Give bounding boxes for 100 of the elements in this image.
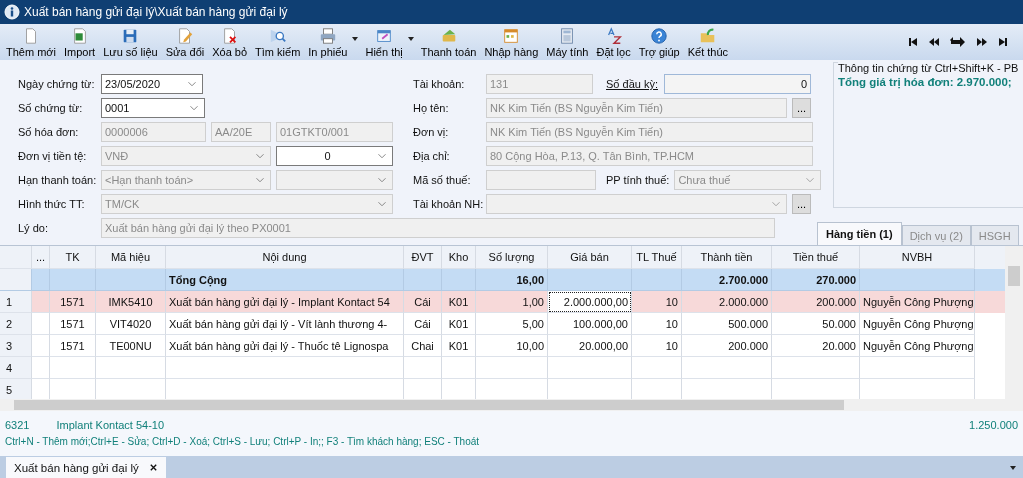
table-cell: 2.000.000 [682,291,772,313]
table-cell: 20.000,00 [548,335,632,357]
toolbar-button[interactable]: Lưu số liệu [99,25,162,60]
browse-button[interactable]: ... [792,194,811,214]
row-number: 4 [0,357,32,379]
table-cell: 1571 [50,291,96,313]
field-label: Tài khoản: [413,78,466,90]
item-name: Implant Kontact 54-10 [56,419,165,431]
table-cell: Cái [404,291,442,313]
table-cell: 50.000 [772,313,860,335]
table-cell [632,357,682,379]
help-icon [650,27,669,45]
dropdown-arrow-icon[interactable] [406,35,415,43]
table-cell: K01 [442,335,476,357]
field-label: Tài khoản NH: [413,198,481,210]
row-number: 3 [0,335,32,357]
toolbar-button[interactable]: Đặt lọc [592,25,635,60]
toolbar-button[interactable]: Tìm kiếm [251,25,305,60]
table-cell: Xuất bán hàng gửi đại lý - Thuốc tê Lignospa [166,335,404,357]
table-cell: VIT4020 [96,313,166,335]
row-number: 1 [0,291,32,313]
table-cell: Xuất bán hàng gửi đại lý - Implant Kontact 54 [166,291,404,313]
dropdown-arrow-icon[interactable] [1009,464,1017,472]
toolbar-button[interactable]: In phiếu [304,25,352,60]
toolbar-button[interactable]: Máy tính [542,25,593,60]
toolbar-button[interactable]: Thêm mới [2,25,60,60]
opening-balance-link[interactable]: Số đầu kỳ: [606,78,658,90]
panel-title: Thông tin chứng từ Ctrl+Shift+K - PB [838,62,1023,74]
toolbar-button[interactable]: Import [60,25,100,60]
magnifier-icon [268,27,287,45]
account-code: 6321 [5,419,30,431]
table-cell: 100.000,00 [548,313,632,335]
table-cell [96,357,166,379]
item-value: 1.250.000 [969,419,1018,431]
table-cell: IMK5410 [96,291,166,313]
field-label: Họ tên: [413,102,450,114]
field-label: Lý do: [18,222,49,234]
table-cell: K01 [442,313,476,335]
table-cell [32,357,50,379]
close-icon[interactable] [148,463,158,472]
table-cell: 200.000 [682,335,772,357]
table-cell: Xuất bán hàng gửi đại lý - Vít lành thương 4- [166,313,404,335]
field-label: PP tính thuế: [606,174,670,186]
table-cell: Nguyễn Công Phượng [860,313,975,335]
shortcut-hint: Ctrl+N - Thêm mới;Ctrl+E - Sửa; Ctrl+D - Xoá; Ctrl+S - Lưu; Ctrl+P - In;; F3 - Tìm khách hàng; ESC - Thoát [5,436,480,447]
table-cell: 2.000.000,00 [548,291,632,313]
previous-record-icon[interactable] [928,36,940,48]
tab[interactable]: Hàng tiền (1) [817,222,902,245]
field-label: Địa chỉ: [413,150,451,162]
table-cell: 20.000 [772,335,860,357]
toolbar-button[interactable]: Hiển thị [361,25,407,60]
table-cell: Cái [404,313,442,335]
table-row[interactable]: 4 [0,357,1005,379]
printer-icon [318,27,337,45]
folder-arrow-icon [698,27,717,45]
field-label: Đơn vị tiền tệ: [18,150,88,162]
vertical-scrollbar[interactable] [1005,246,1023,399]
horizontal-scrollbar[interactable] [0,399,1023,411]
field-label: Số chứng từ: [18,102,84,114]
table-row[interactable]: 1 1571 IMK5410 Xuất bán hàng gửi đại lý - Implant Kontact 54 Cái K01 1,00 2.000.000,00 10 2.000.000 200.000 Nguyễn Công Phượng [0,291,1005,313]
field-label: Hạn thanh toán: [18,174,96,186]
table-cell [404,357,442,379]
table-cell: 10 [632,335,682,357]
table-icon [502,27,521,45]
input-field[interactable]: 0 [276,146,393,166]
document-tab[interactable]: Xuất bán hàng gửi đại lý [6,457,166,478]
dropdown-field[interactable]: 0001 [101,98,205,118]
field-label: Số hóa đơn: [18,126,80,138]
toolbar-button[interactable]: Xóa bỏ [208,25,252,60]
window-icon [375,27,394,45]
table-cell: 10 [632,291,682,313]
table-cell: 1571 [50,335,96,357]
toolbar-button[interactable]: Thanh toán [416,25,481,60]
window-title: Xuất bán hàng gửi đại lý\Xuất bán hàng gửi đại lý [24,5,288,19]
first-record-icon[interactable] [907,36,919,48]
toolbar-button[interactable]: Trợ giúp [634,25,684,60]
toolbar-button[interactable]: Kết thúc [683,25,733,60]
field-label: Mã số thuế: [413,174,472,186]
toolbar-button[interactable]: Sửa đổi [161,25,209,60]
next-record-icon[interactable] [976,36,988,48]
table-row[interactable]: 3 1571 TE00NU Xuất bán hàng gửi đại lý - Thuốc tê Lignospa Chai K01 10,00 20.000,00 10 200.000 20.000 Nguyễn Công Phượng [0,335,1005,357]
toolbar-button[interactable]: Nhập hàng [480,25,543,60]
table-cell: 10 [632,313,682,335]
table-row[interactable]: 2 1571 VIT4020 Xuất bán hàng gửi đại lý - Vít lành thương 4- Cái K01 5,00 100.000,00 10 500.000 50.000 Nguyễn Công Phượng [0,313,1005,335]
table-cell: Chai [404,335,442,357]
browse-button[interactable]: ... [792,98,811,118]
dropdown-arrow-icon[interactable] [351,35,360,43]
dropdown-field[interactable]: 23/05/2020 [101,74,203,94]
table-cell [442,357,476,379]
last-record-icon[interactable] [997,36,1009,48]
field-label: Ngày chứng từ: [18,78,96,90]
table-cell [50,357,96,379]
input-field[interactable]: 0 [664,74,811,94]
table-cell: 1571 [50,313,96,335]
table-cell [32,335,50,357]
info-icon [4,4,20,20]
table-cell: K01 [442,291,476,313]
table-cell [32,291,50,313]
field-label: Hình thức TT: [18,198,86,210]
table-cell: 5,00 [476,313,548,335]
